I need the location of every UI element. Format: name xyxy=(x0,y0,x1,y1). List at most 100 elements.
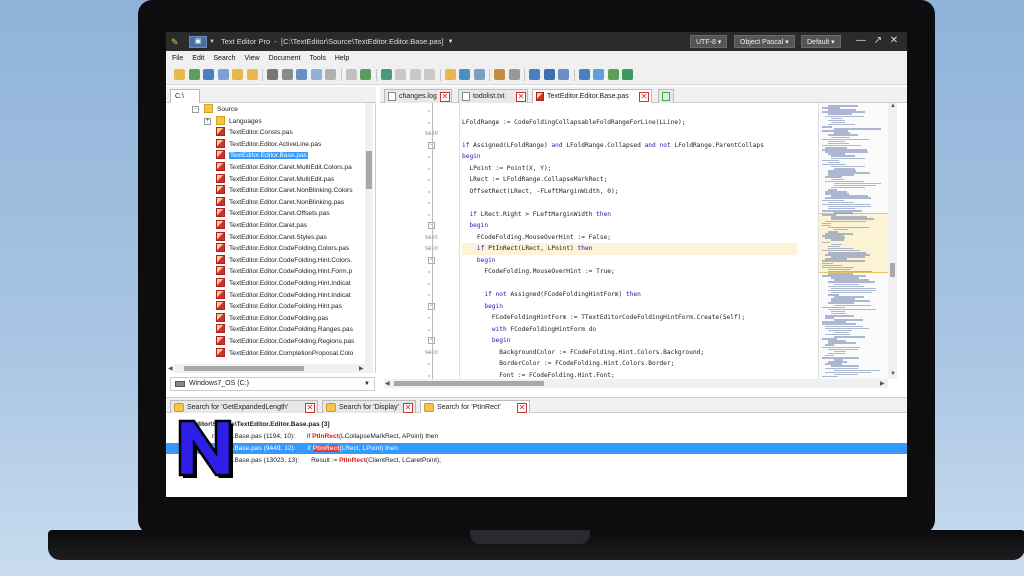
tree-file[interactable]: TextEditor.Editor.CodeFolding.pas xyxy=(216,312,328,325)
scroll-down-icon[interactable]: ▼ xyxy=(890,371,896,377)
toolbar-button-icon[interactable] xyxy=(203,69,214,80)
encoding-dropdown[interactable]: UTF-8 ▾ xyxy=(690,35,728,48)
toolbar-button-icon[interactable] xyxy=(281,69,293,80)
tab-todolist[interactable]: todolist.txt ✕ xyxy=(458,89,528,103)
menu-file[interactable]: File xyxy=(172,55,183,62)
tree-file[interactable]: TextEditor.Editor.ActiveLine.pas xyxy=(216,138,321,151)
toolbar-button-icon[interactable] xyxy=(543,69,555,80)
close-tab-icon[interactable]: ✕ xyxy=(305,403,315,413)
menu-help[interactable]: Help xyxy=(335,55,349,62)
code-line[interactable]: LPoint := Point(X, Y); xyxy=(462,163,551,175)
toolbar-button-icon[interactable] xyxy=(345,69,357,80)
maximize-button[interactable]: ↗ xyxy=(872,35,884,47)
tree-file[interactable]: TextEditor.Editor.Caret.NonBlinking.pas xyxy=(216,196,344,209)
result-row[interactable]: r.Editor.Base.pas (1194, 10): if PtInRec… xyxy=(166,431,907,442)
menu-tools[interactable]: Tools xyxy=(309,55,325,62)
layout-dropdown-icon[interactable]: ▼ xyxy=(209,39,215,45)
tree-file[interactable]: TextEditor.Editor.Caret.Styles.pas xyxy=(216,231,327,244)
tree-file[interactable]: TextEditor.Editor.CodeFolding.Regions.pa… xyxy=(216,336,354,348)
toolbar-button-icon[interactable] xyxy=(380,69,392,80)
tab-search-ptinrect[interactable]: Search for 'PtInRect' ✕ xyxy=(420,400,530,414)
toolbar-button-icon[interactable] xyxy=(494,69,505,80)
scrollbar-thumb[interactable] xyxy=(890,263,895,277)
tree-file[interactable]: TextEditor.Editor.CodeFolding.Hint.Indic… xyxy=(216,278,351,290)
tree-file[interactable]: TextEditor.Editor.CodeFolding.Hint.Form.… xyxy=(216,266,352,278)
toolbar-button-icon[interactable] xyxy=(593,69,604,80)
editor-horizontal-scrollbar[interactable]: ◀ ▶ xyxy=(384,379,888,388)
toolbar-button-icon[interactable] xyxy=(296,69,307,80)
code-line[interactable]: begin xyxy=(462,335,511,347)
highlighter-dropdown[interactable]: Object Pascal ▾ xyxy=(734,35,795,48)
toolbar-button-icon[interactable] xyxy=(558,69,569,80)
result-row-selected[interactable]: r.Editor.Base.pas (9449, 12): if PtInRec… xyxy=(166,443,907,454)
tree-file[interactable]: TextEditor.Editor.Caret.Offsets.pas xyxy=(216,208,330,220)
close-tab-icon[interactable]: ✕ xyxy=(517,403,527,413)
scroll-left-icon[interactable]: ◀ xyxy=(385,380,390,387)
code-line[interactable]: OffsetRect(LRect, -FLeftMarginWidth, 0); xyxy=(462,186,618,198)
toolbar-button-icon[interactable] xyxy=(444,69,456,80)
code-line[interactable]: if Assigned(LFoldRange) and LFoldRange.C… xyxy=(462,140,764,152)
tree-folder[interactable]: Source xyxy=(204,104,238,116)
toolbar-button-icon[interactable] xyxy=(508,69,520,80)
close-tab-icon[interactable]: ✕ xyxy=(639,92,649,102)
code-area[interactable]: LFoldRange := CodeFoldingCollapsableFold… xyxy=(462,103,797,379)
code-line[interactable]: BorderColor := FCodeFolding.Hint.Colors.… xyxy=(462,358,674,370)
toolbar-button-icon[interactable] xyxy=(424,69,435,80)
code-line[interactable]: begin xyxy=(462,301,503,313)
new-tab-button[interactable] xyxy=(658,89,674,103)
tree-file[interactable]: TextEditor.Editor.Caret.MultiEdit.pas xyxy=(216,173,334,186)
tree-file[interactable]: TextEditor.Editor.CompletionProposal.Col… xyxy=(216,347,353,360)
toolbar-button-icon[interactable] xyxy=(217,69,229,80)
tree-file[interactable]: TextEditor.Editor.Caret.pas xyxy=(216,220,307,232)
toolbar-button-icon[interactable] xyxy=(232,69,243,80)
close-tab-icon[interactable]: ✕ xyxy=(516,92,526,102)
minimap[interactable] xyxy=(818,103,888,379)
tab-texteditor-base[interactable]: TextEditor.Editor.Base.pas ✕ xyxy=(532,89,652,103)
toolbar-button-icon[interactable] xyxy=(409,69,421,80)
drive-tab[interactable]: C:\ xyxy=(170,89,200,103)
code-line[interactable]: FCodeFoldingHintForm := TTextEditorCodeF… xyxy=(462,312,745,324)
toolbar-button-icon[interactable] xyxy=(607,69,619,80)
path-dropdown-icon[interactable]: ▼ xyxy=(448,39,454,45)
code-line[interactable]: LRect := LFoldRange.CollapseMarkRect; xyxy=(462,174,607,186)
toolbar-button-icon[interactable] xyxy=(395,69,406,80)
toolbar-button-icon[interactable] xyxy=(622,69,633,80)
chevron-down-icon[interactable]: ▼ xyxy=(364,378,370,390)
close-button[interactable]: ✕ xyxy=(888,35,900,47)
toolbar-button-icon[interactable] xyxy=(325,69,336,80)
close-tab-icon[interactable]: ✕ xyxy=(440,92,450,102)
expand-icon[interactable]: + xyxy=(204,117,211,125)
toolbar-button-icon[interactable] xyxy=(360,69,371,80)
tree-file[interactable]: TextEditor.Editor.CodeFolding.Hint.Color… xyxy=(216,254,352,267)
code-line[interactable]: FCodeFolding.MouseOverHint := False; xyxy=(462,232,611,244)
code-line[interactable]: if LRect.Right > FLeftMarginWidth then xyxy=(462,209,611,221)
toolbar-button-icon[interactable] xyxy=(473,69,485,80)
scrollbar-thumb[interactable] xyxy=(366,151,372,189)
toolbar-button-icon[interactable] xyxy=(310,69,322,80)
collapse-icon[interactable]: - xyxy=(192,106,199,113)
menu-document[interactable]: Document xyxy=(269,55,301,62)
menu-edit[interactable]: Edit xyxy=(192,55,204,62)
code-line[interactable]: LFoldRange := CodeFoldingCollapsableFold… xyxy=(462,117,686,129)
scroll-left-icon[interactable]: ◀ xyxy=(168,365,173,372)
tree-file[interactable]: TextEditor.Editor.CodeFolding.Hint.pas xyxy=(216,301,342,313)
tab-search-getexpandedlength[interactable]: Search for 'GetExpandedLength' ✕ xyxy=(170,400,318,414)
code-line[interactable]: FCodeFolding.MouseOverHint := True; xyxy=(462,266,614,278)
tab-changes-log[interactable]: changes.log ✕ xyxy=(384,89,452,103)
code-line[interactable]: begin xyxy=(462,220,488,232)
tree-file[interactable]: TextEditor.Consts.pas xyxy=(216,127,293,139)
layout-button[interactable]: ▣ xyxy=(189,35,207,48)
menu-view[interactable]: View xyxy=(245,55,260,62)
toolbar-button-icon[interactable] xyxy=(188,69,200,80)
toolbar-button-icon[interactable] xyxy=(246,69,258,80)
code-line[interactable]: begin xyxy=(462,151,481,163)
tree-file[interactable]: TextEditor.Editor.Base.pas xyxy=(216,150,308,162)
menu-search[interactable]: Search xyxy=(213,55,235,62)
toolbar-button-icon[interactable] xyxy=(174,69,185,80)
toolbar-button-icon[interactable] xyxy=(267,69,278,80)
tree-file[interactable]: TextEditor.Editor.Caret.MultiEdit.Colors… xyxy=(216,162,352,174)
result-row[interactable]: r.Editor.Base.pas (13023, 13): Result :=… xyxy=(166,455,907,466)
code-line[interactable]: with FCodeFoldingHintForm do xyxy=(462,324,596,336)
editor-vertical-scrollbar[interactable]: ▲ ▼ xyxy=(888,103,897,379)
scroll-right-icon[interactable]: ▶ xyxy=(880,380,885,387)
